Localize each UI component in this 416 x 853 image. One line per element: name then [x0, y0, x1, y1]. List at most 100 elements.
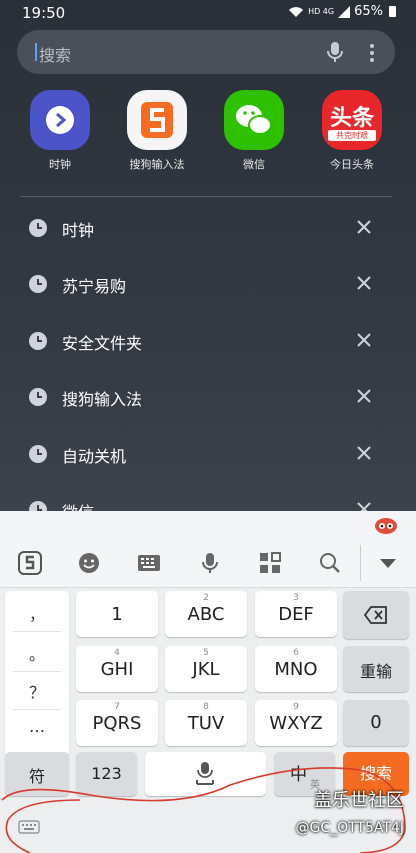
status-time: 19:50	[22, 4, 66, 22]
keyboard-layout-icon[interactable]	[137, 551, 161, 575]
t9-key[interactable]: 9 WXYZ	[255, 700, 337, 746]
close-icon[interactable]	[356, 275, 372, 291]
history-item[interactable]: 时钟	[0, 200, 416, 256]
clock-icon	[29, 388, 47, 406]
key-number: 6	[293, 648, 299, 658]
backspace-icon	[364, 606, 387, 624]
history-label: 安全文件夹	[62, 334, 143, 353]
key-letters: GHI	[100, 659, 134, 680]
clock-icon	[29, 219, 47, 237]
text-cursor	[35, 43, 37, 61]
key-letters: WXYZ	[269, 713, 323, 734]
suggested-apps: 时钟 搜狗输入法 微信 头条 共克时艰 今日头条	[0, 90, 416, 180]
symbol-label: 符	[28, 767, 45, 786]
t9-key[interactable]: 2 ABC	[165, 591, 247, 637]
punctuation-column: ， 。 ？ …	[5, 591, 69, 757]
number-key[interactable]: 123	[76, 752, 137, 796]
space-key[interactable]	[145, 752, 266, 796]
app-label: 搜狗输入法	[129, 158, 185, 171]
reinput-label: 重输	[359, 662, 392, 681]
key-number: 5	[203, 648, 209, 658]
voice-input-icon[interactable]	[198, 551, 222, 575]
divider	[13, 631, 61, 632]
app-clock[interactable]: 时钟	[10, 90, 110, 172]
key-letters: 1	[111, 604, 123, 625]
t9-key[interactable]: 7 PQRS	[76, 700, 158, 746]
history-item[interactable]: 自动关机	[0, 426, 416, 482]
history-item[interactable]: 安全文件夹	[0, 313, 416, 369]
wifi-icon	[289, 6, 304, 17]
app-sogou[interactable]: 搜狗输入法	[107, 90, 207, 172]
toutiao-app-icon: 头条 共克时艰	[322, 90, 382, 150]
keyboard-top-strip	[0, 511, 416, 539]
app-wechat[interactable]: 微信	[204, 90, 304, 172]
search-input[interactable]: 搜索	[39, 42, 71, 66]
watermark-line2: @GC_OTT5AT4J	[295, 820, 405, 836]
key-letters: DEF	[278, 604, 314, 625]
history-item[interactable]: 搜狗输入法	[0, 369, 416, 425]
emoji-icon[interactable]	[77, 551, 101, 575]
search-icon[interactable]	[318, 551, 342, 575]
t9-key[interactable]: 5 JKL	[165, 646, 247, 692]
app-label: 今日头条	[330, 158, 374, 171]
t9-key[interactable]: 6 MNO	[255, 646, 337, 692]
t9-key[interactable]: 3 DEF	[255, 591, 337, 637]
reinput-key[interactable]: 重输	[343, 646, 409, 692]
clock-icon	[29, 332, 47, 350]
status-icons: HD 4G 65%	[288, 4, 396, 19]
sogou-app-icon	[127, 90, 187, 150]
clock-icon	[29, 275, 47, 293]
signal-icon	[338, 5, 351, 18]
more-options-icon[interactable]	[362, 40, 382, 66]
battery-icon	[389, 6, 396, 17]
number-label: 123	[91, 764, 122, 783]
key-number: 9	[293, 702, 299, 712]
sogou-logo-icon[interactable]	[18, 551, 42, 575]
network-label: HD 4G	[308, 7, 335, 16]
toutiao-logo-text: 头条	[329, 106, 374, 131]
keyboard-switch-icon[interactable]	[18, 820, 40, 834]
status-bar: 19:50 HD 4G 65%	[0, 0, 416, 26]
keyboard-toolbar	[0, 539, 416, 588]
wechat-app-icon	[224, 90, 284, 150]
microphone-icon[interactable]	[322, 39, 348, 65]
close-icon[interactable]	[356, 388, 372, 404]
watermark-line1: 盖乐世社区	[314, 790, 404, 811]
zero-key[interactable]: 0	[343, 700, 409, 746]
zero-label: 0	[370, 712, 382, 733]
backspace-key[interactable]	[343, 591, 409, 639]
punct-question[interactable]: ？	[5, 679, 69, 703]
history-label: 搜狗输入法	[62, 390, 143, 409]
key-number: 2	[203, 593, 209, 603]
history-label: 时钟	[62, 221, 95, 240]
punct-comma[interactable]: ，	[5, 601, 69, 625]
key-letters: JKL	[192, 659, 220, 680]
key-letters: TUV	[187, 713, 225, 734]
close-icon[interactable]	[356, 445, 372, 461]
t9-key[interactable]: 4 GHI	[76, 646, 158, 692]
close-icon[interactable]	[356, 332, 372, 348]
history-label: 苏宁易购	[62, 277, 127, 296]
history-item[interactable]: 苏宁易购	[0, 256, 416, 312]
app-label: 微信	[243, 158, 265, 171]
key-letters: ABC	[187, 604, 225, 625]
search-bar[interactable]: 搜索	[17, 30, 395, 74]
collapse-keyboard-icon[interactable]	[376, 551, 400, 575]
voice-space-icon	[196, 762, 214, 785]
close-icon[interactable]	[356, 219, 372, 235]
app-toutiao[interactable]: 头条 共克时艰 今日头条	[302, 90, 402, 172]
clock-icon	[29, 445, 47, 463]
app-label: 时钟	[49, 158, 71, 171]
symbol-key[interactable]: 符	[5, 752, 69, 796]
apps-grid-icon[interactable]	[258, 551, 282, 575]
punct-ellipsis[interactable]: …	[5, 717, 69, 736]
divider	[13, 709, 61, 710]
sogou-mascot-icon[interactable]	[374, 515, 398, 535]
punct-period[interactable]: 。	[5, 641, 69, 665]
toutiao-logo-sub: 共克时艰	[328, 130, 376, 141]
t9-key[interactable]: 8 TUV	[165, 700, 247, 746]
watermark: 盖乐世社区 @GC_OTT5AT4J	[296, 786, 405, 836]
divider	[13, 671, 61, 672]
key-number: 4	[114, 648, 120, 658]
t9-key[interactable]: 1	[76, 591, 158, 637]
